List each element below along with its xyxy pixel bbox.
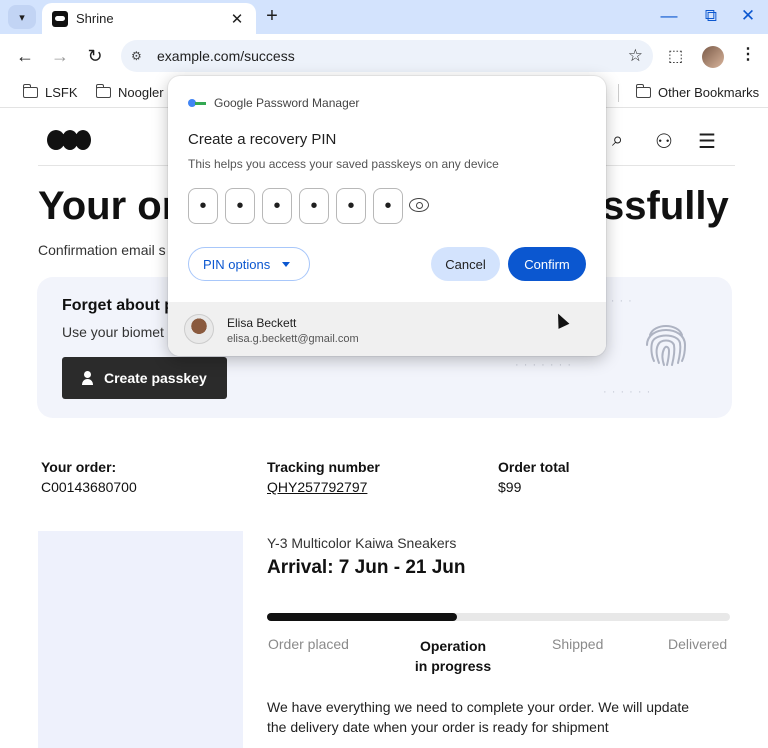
profile-avatar[interactable]	[702, 46, 724, 68]
account-icon[interactable]: ⚇	[655, 129, 673, 154]
passkey-card-title: Forget about p	[62, 297, 174, 314]
reload-icon[interactable]: ↻	[82, 43, 108, 69]
tab-title: Shrine	[76, 11, 114, 26]
password-manager-title: Google Password Manager	[214, 96, 360, 110]
search-icon[interactable]: ⌕	[612, 129, 623, 152]
password-manager-header: Google Password Manager	[188, 96, 359, 110]
folder-icon	[22, 84, 38, 98]
order-total-label: Order total	[498, 459, 570, 475]
order-total-value: $99	[498, 479, 522, 495]
menu-kebab-icon[interactable]: ⋮	[740, 44, 756, 64]
bookmarks-divider	[618, 84, 619, 102]
tab-strip: ▾ Shrine ✕ + — ⧉ ✕	[0, 0, 768, 34]
step-operation-in-progress: Operation in progress	[403, 636, 503, 676]
tab-close-icon[interactable]: ✕	[228, 10, 246, 28]
arrival-date: Arrival: 7 Jun - 21 Jun	[267, 557, 466, 578]
order-status-message: We have everything we need to complete y…	[267, 699, 690, 735]
account-footer: Elisa Beckett elisa.g.beckett@gmail.com	[168, 302, 606, 356]
pin-digit-2[interactable]: •	[225, 188, 255, 224]
hamburger-menu-icon[interactable]: ☰	[698, 129, 716, 154]
minimize-icon[interactable]: —	[654, 4, 684, 28]
show-pin-eye-icon[interactable]	[409, 198, 429, 212]
bookmark-label: LSFK	[45, 85, 78, 100]
tab-shrine[interactable]: Shrine ✕	[42, 3, 256, 34]
pin-digit-1[interactable]: •	[188, 188, 218, 224]
bookmark-label: Other Bookmarks	[658, 85, 760, 100]
shrine-logo[interactable]	[47, 130, 91, 150]
shrine-favicon-icon	[52, 10, 68, 27]
create-passkey-button[interactable]: Create passkey	[62, 357, 227, 399]
google-key-icon	[188, 99, 206, 107]
step-active-line1: Operation	[419, 638, 487, 654]
fingerprint-icon	[646, 325, 687, 366]
account-name: Elisa Beckett	[227, 316, 297, 330]
cancel-button[interactable]: Cancel	[431, 247, 500, 281]
folder-icon	[635, 84, 651, 98]
new-tab-button[interactable]: +	[262, 5, 282, 28]
page-title: Your or	[38, 184, 178, 228]
close-window-icon[interactable]: ✕	[733, 4, 763, 28]
address-bar[interactable]: ⚙ example.com/success ☆	[121, 40, 653, 72]
caret-down-icon	[282, 261, 291, 267]
confirm-button[interactable]: Confirm	[508, 247, 586, 281]
passkey-card-description: Use your biomet	[62, 324, 164, 340]
confirmation-email-text: Confirmation email s	[38, 242, 166, 258]
step-order-placed: Order placed	[268, 636, 349, 652]
dialog-title: Create a recovery PIN	[188, 131, 337, 148]
account-avatar	[184, 314, 214, 344]
account-email: elisa.g.beckett@gmail.com	[227, 333, 359, 345]
password-manager-dialog: Google Password Manager Create a recover…	[168, 76, 606, 356]
forward-icon[interactable]: →	[47, 43, 73, 69]
back-icon[interactable]: ←	[12, 43, 38, 69]
order-number: C00143680700	[41, 479, 137, 495]
tab-search-button[interactable]: ▾	[8, 5, 36, 29]
restore-icon[interactable]: ⧉	[696, 4, 726, 28]
person-key-icon	[82, 371, 96, 385]
bookmark-noogler[interactable]: Noogler	[95, 84, 164, 100]
your-order-label: Your order:	[41, 459, 117, 475]
tracking-number-link[interactable]: QHY257792797	[267, 479, 367, 495]
page-title-end: ssfully	[602, 184, 729, 228]
bookmark-other[interactable]: Other Bookmarks	[635, 84, 760, 100]
step-active-line2: in progress	[414, 658, 492, 674]
decorative-dots: · · · ·	[602, 295, 633, 307]
pin-digit-5[interactable]: •	[336, 188, 366, 224]
bookmark-lsfk[interactable]: LSFK	[22, 84, 78, 100]
dialog-subtitle: This helps you access your saved passkey…	[188, 157, 499, 171]
pin-digit-6[interactable]: •	[373, 188, 403, 224]
product-name: Y-3 Multicolor Kaiwa Sneakers	[267, 535, 457, 551]
create-passkey-label: Create passkey	[104, 370, 207, 386]
bookmark-label: Noogler	[118, 85, 164, 100]
step-delivered: Delivered	[668, 636, 728, 652]
tracking-number-label: Tracking number	[267, 459, 380, 475]
decorative-dots: · · · · · · ·	[515, 359, 572, 371]
pin-digit-4[interactable]: •	[299, 188, 329, 224]
decorative-dots: · · · · · ·	[603, 386, 652, 398]
step-shipped: Shipped	[552, 636, 604, 652]
pin-options-dropdown[interactable]: PIN options	[188, 247, 310, 281]
order-progress-fill	[267, 613, 457, 621]
extensions-icon[interactable]: ⬚	[668, 46, 683, 66]
bookmark-star-icon[interactable]: ☆	[628, 46, 643, 66]
pin-options-label: PIN options	[203, 256, 271, 272]
url-text[interactable]: example.com/success	[157, 48, 628, 64]
folder-icon	[95, 84, 111, 98]
site-info-icon[interactable]: ⚙	[131, 49, 147, 63]
product-image	[38, 531, 243, 748]
order-progress-bar	[267, 613, 730, 621]
browser-toolbar: ← → ↻ ⚙ example.com/success ☆ ⬚ ⋮	[0, 34, 768, 78]
pin-digit-3[interactable]: •	[262, 188, 292, 224]
